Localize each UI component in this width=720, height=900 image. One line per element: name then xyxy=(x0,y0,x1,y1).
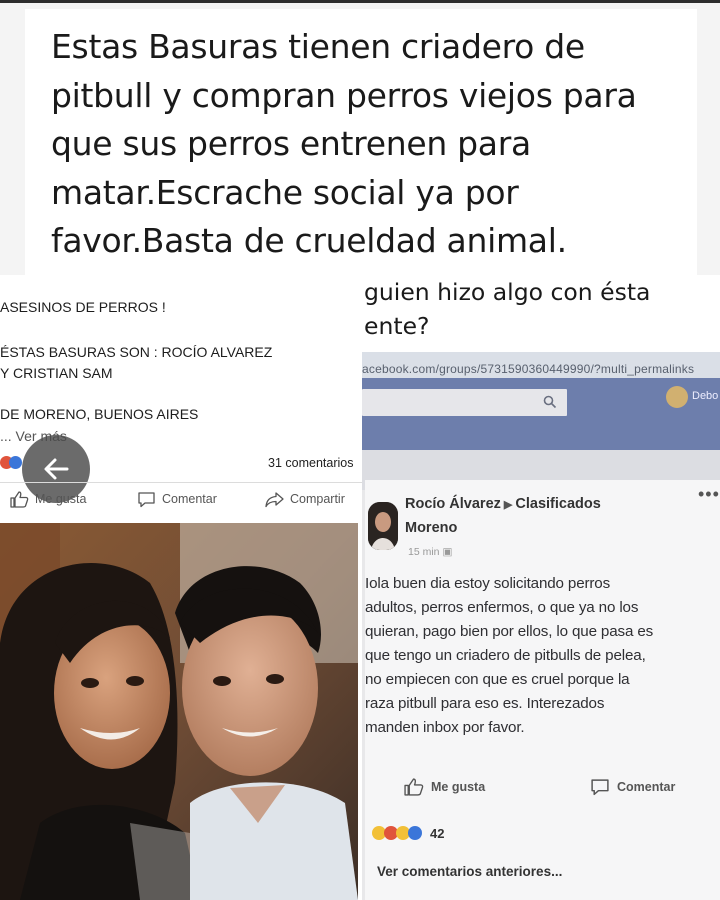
headline-line: que sus perros entrenen para xyxy=(51,124,531,163)
right-caption: guien hizo algo con ésta ente? xyxy=(364,275,720,343)
user-avatar[interactable] xyxy=(666,386,688,408)
body-line: que tengo un criadero de pitbulls de pel… xyxy=(365,647,646,664)
more-options-icon[interactable]: ••• xyxy=(698,484,720,505)
like-label: Me gusta xyxy=(35,492,87,506)
body-line: Iola buen dia estoy solicitando perros xyxy=(365,575,611,592)
comment-icon xyxy=(138,492,155,508)
body-line: manden inbox por favor. xyxy=(365,719,525,736)
comment-button[interactable]: Comentar xyxy=(590,778,675,799)
body-line: quieran, pago bien por ellos, lo que pas… xyxy=(365,623,654,640)
body-line: adultos, perros enfermos, o que ya no lo… xyxy=(365,599,639,616)
post-body: Iola buen dia estoy solicitando perros a… xyxy=(365,572,720,740)
thumbs-up-icon xyxy=(404,778,424,796)
left-post: ASESINOS DE PERROS ! ÉSTAS BASURAS SON :… xyxy=(0,275,362,900)
comments-count[interactable]: 31 comentarios xyxy=(268,456,353,470)
url-text: acebook.com/groups/5731590360449990/?mul… xyxy=(362,362,695,376)
caret-right-icon: ▶ xyxy=(503,499,513,511)
time-text: 15 min xyxy=(408,546,440,558)
share-label: Compartir xyxy=(290,492,345,506)
like-label: Me gusta xyxy=(431,780,486,794)
avatar-image xyxy=(368,502,398,550)
couple-photo xyxy=(0,523,358,900)
photo-image xyxy=(0,523,358,900)
reaction-count[interactable]: 42 xyxy=(430,826,444,841)
like-reaction-icon xyxy=(9,456,22,469)
headline-line: pitbull y compran perros viejos para xyxy=(51,75,637,115)
comment-label: Comentar xyxy=(617,780,676,794)
share-icon xyxy=(265,492,284,508)
previous-comments-link[interactable]: Ver comentarios anteriores... xyxy=(377,864,562,879)
headline-card: Estas Basuras tienen criadero de pitbull… xyxy=(0,0,720,277)
post-text-line: ASESINOS DE PERROS ! xyxy=(0,299,166,315)
author-name[interactable]: Rocío Álvarez xyxy=(405,496,501,512)
comment-icon xyxy=(591,779,609,796)
author-avatar[interactable] xyxy=(368,502,398,550)
like-button[interactable]: Me gusta xyxy=(404,778,485,799)
user-name[interactable]: Debo xyxy=(692,390,718,402)
reaction-icons[interactable] xyxy=(372,826,432,844)
body-line: no empiecen con que es cruel porque la xyxy=(365,671,630,688)
headline-line: Estas Basuras tienen criadero de xyxy=(51,27,585,66)
body-line: raza pitbull para eso es. Interezados xyxy=(365,695,605,712)
search-input[interactable] xyxy=(362,389,567,416)
post-text-line: Y CRISTIAN SAM xyxy=(0,365,113,381)
thumbs-up-icon xyxy=(10,491,29,508)
group-name-cont[interactable]: Moreno xyxy=(405,520,457,536)
comment-label: Comentar xyxy=(162,492,217,506)
divider xyxy=(0,482,362,483)
headline-text: Estas Basuras tienen criadero de pitbull… xyxy=(51,23,691,266)
facebook-screenshot: acebook.com/groups/5731590360449990/?mul… xyxy=(362,352,720,900)
audience-icon: ▣ xyxy=(442,546,453,558)
post-author[interactable]: Rocío Álvarez ▶ Clasificados xyxy=(405,496,601,512)
headline-line: matar.Escrache social ya por xyxy=(51,172,519,212)
headline-card-body: Estas Basuras tienen criadero de pitbull… xyxy=(25,9,697,277)
caption-line: guien hizo algo con ésta xyxy=(364,278,651,306)
search-icon xyxy=(543,395,557,409)
like-reaction-icon xyxy=(408,826,422,840)
facebook-header: Debo xyxy=(362,378,720,450)
post-time: 15 min ▣ xyxy=(408,546,452,558)
arrow-left-icon xyxy=(44,458,69,480)
group-name[interactable]: Clasificados xyxy=(515,496,600,512)
post-text-line: DE MORENO, BUENOS AIRES xyxy=(0,406,199,422)
caption-line: ente? xyxy=(364,312,430,340)
headline-line: favor.Basta de crueldad animal. xyxy=(51,221,567,260)
post-actions: Me gusta Comentar Compartir xyxy=(0,486,362,516)
post-text-line: ÉSTAS BASURAS SON : ROCÍO ALVAREZ xyxy=(0,344,273,360)
